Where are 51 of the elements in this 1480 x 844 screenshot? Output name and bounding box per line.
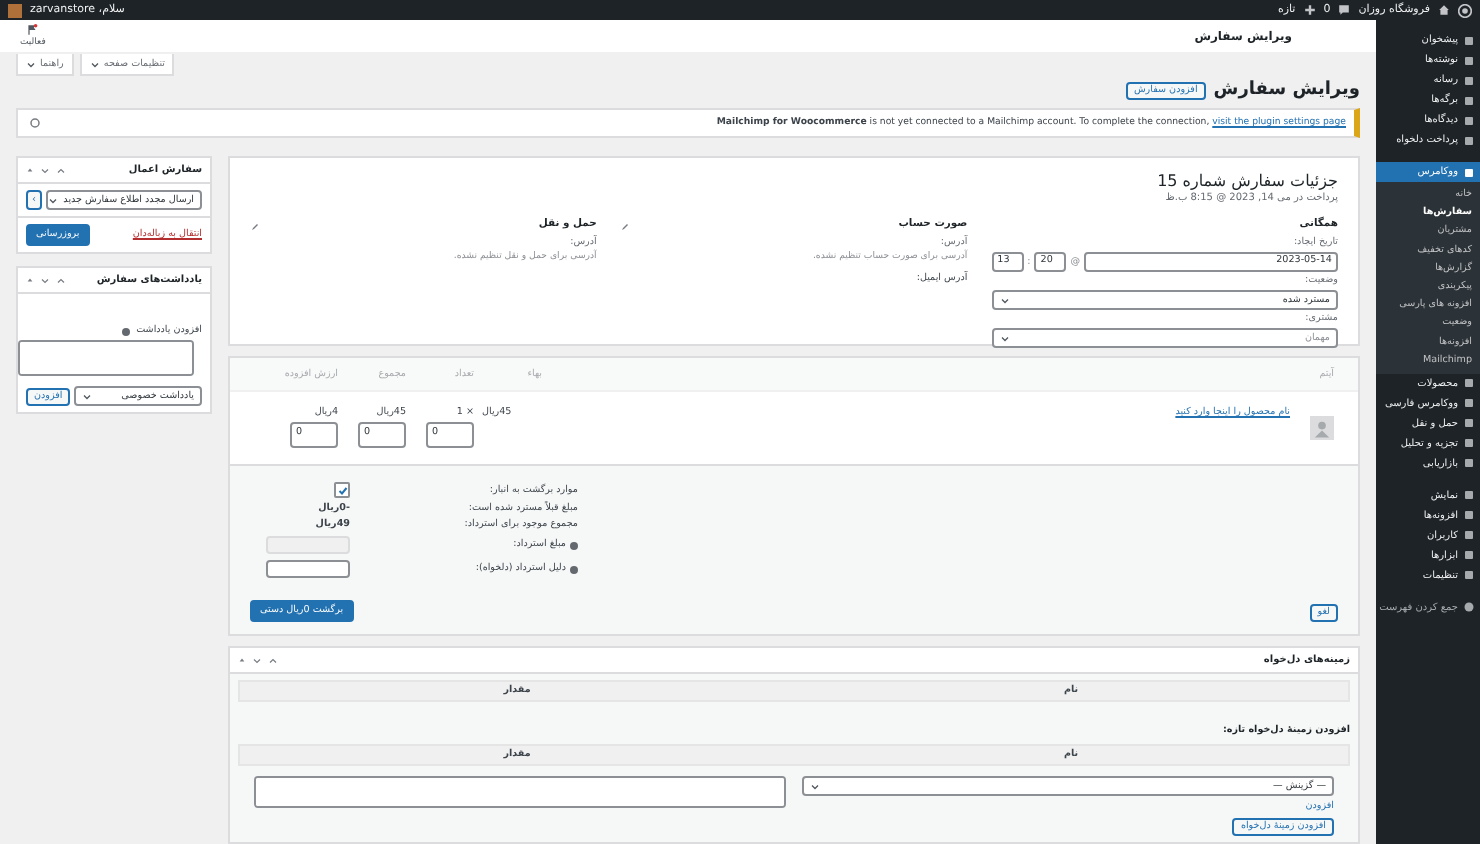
- menu-square-icon: [1464, 115, 1474, 125]
- value-field[interactable]: [254, 776, 786, 808]
- pencil-icon: [620, 221, 631, 231]
- menu-square-icon: [1464, 418, 1474, 429]
- refund-reason-field[interactable]: [266, 560, 350, 578]
- help-icon: [570, 565, 578, 573]
- up-chevron-icon: [268, 655, 278, 665]
- help-icon: [122, 327, 131, 335]
- page-title: ویرایش سفارش: [1213, 80, 1360, 100]
- caret-icon: [810, 781, 820, 791]
- menu-square-icon: [1464, 490, 1474, 501]
- pencil-icon: [250, 221, 261, 231]
- menu-square-icon: [1464, 55, 1474, 65]
- note-field[interactable]: [18, 340, 194, 376]
- menu-square-icon: [1464, 398, 1474, 409]
- menu-square-icon: [1464, 378, 1474, 389]
- up-chevron-icon: [56, 165, 66, 175]
- menu-square-icon: [1464, 530, 1474, 541]
- caret-icon: [47, 195, 58, 205]
- avatar: [8, 3, 22, 17]
- menu-square-icon: [1464, 550, 1474, 561]
- caret-icon: [82, 391, 93, 401]
- plus-icon: [1303, 4, 1316, 16]
- image-placeholder: [1310, 416, 1334, 440]
- menu-square-icon: [1464, 570, 1474, 581]
- down-chevron-icon: [40, 275, 50, 285]
- help-icon: [570, 541, 578, 549]
- caret-icon: [999, 295, 1010, 305]
- menu-square-icon: [1464, 135, 1474, 145]
- menu-square-icon: [1464, 167, 1474, 177]
- menu-square-icon: [1464, 438, 1474, 449]
- flag-icon: [26, 24, 39, 36]
- menu-square-icon: [1464, 35, 1474, 45]
- order-title: جزئیات سفارش شماره 15: [1155, 172, 1338, 190]
- down-chevron-icon: [40, 165, 50, 175]
- menu-square-icon: [1464, 458, 1474, 469]
- menu-square-icon: [1464, 510, 1474, 521]
- triangle-icon: [26, 166, 34, 174]
- down-chevron-icon: [252, 655, 262, 665]
- speech-bubble-icon: [1338, 4, 1351, 16]
- house-icon: [1438, 4, 1450, 16]
- menu-square-icon: [1464, 95, 1474, 105]
- up-chevron-icon: [56, 275, 66, 285]
- logo-icon: [1458, 3, 1472, 17]
- caret-icon: [999, 333, 1010, 343]
- caret-icon: [26, 59, 36, 69]
- triangle-icon: [26, 276, 34, 284]
- caret-icon: [89, 59, 100, 69]
- triangle-icon: [238, 656, 246, 664]
- restock-checkbox[interactable]: [334, 482, 350, 498]
- menu-square-icon: [1464, 75, 1474, 85]
